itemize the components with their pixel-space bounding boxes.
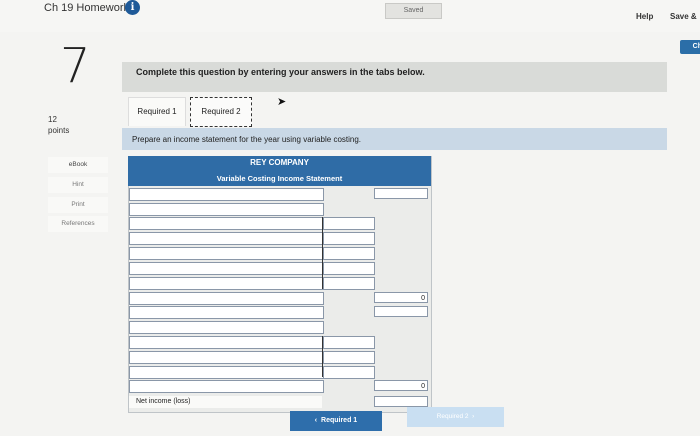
amount-input[interactable]	[323, 351, 375, 364]
company-name: REY COMPANY	[250, 158, 309, 167]
prompt-text: Prepare an income statement for the year…	[132, 135, 362, 144]
help-button[interactable]: Help	[636, 12, 653, 21]
label-input[interactable]	[129, 262, 324, 275]
points-label: points	[48, 126, 70, 135]
statement-title: Variable Costing Income Statement	[216, 174, 343, 183]
subtotal-value: 0	[374, 292, 428, 303]
amount-input[interactable]	[323, 247, 375, 260]
net-income-input[interactable]	[374, 396, 428, 407]
tab-required-1[interactable]: Required 1	[128, 97, 186, 126]
amount-input[interactable]	[323, 232, 375, 245]
total-input[interactable]	[374, 306, 428, 317]
statement-header: REY COMPANY Variable Costing Income Stat…	[128, 156, 431, 186]
amount-input[interactable]	[323, 366, 375, 379]
column-divider	[322, 217, 323, 289]
print-link[interactable]: Print	[48, 197, 108, 213]
label-input[interactable]	[129, 247, 324, 260]
label-input[interactable]	[129, 380, 324, 393]
label-input[interactable]	[129, 292, 324, 305]
save-exit-button[interactable]: Save &	[670, 12, 697, 21]
amount-input[interactable]	[323, 277, 375, 290]
subtotal-value: 0	[374, 380, 428, 391]
net-income-label: Net income (loss)	[129, 396, 322, 408]
chevron-right-icon: ›	[468, 413, 475, 420]
next-tab-button[interactable]: Required 2 ›	[407, 407, 504, 427]
label-input[interactable]	[129, 336, 324, 349]
label-input[interactable]	[129, 351, 324, 364]
label-input[interactable]	[129, 232, 324, 245]
ebook-link[interactable]: eBook	[48, 157, 108, 173]
amount-input[interactable]	[323, 262, 375, 275]
label-input[interactable]	[129, 277, 324, 290]
total-input[interactable]	[374, 188, 428, 199]
points-value: 12	[48, 115, 57, 124]
amount-input[interactable]	[323, 336, 375, 349]
previous-tab-button[interactable]: ‹ Required 1	[290, 411, 382, 431]
question-number: 7	[60, 38, 91, 94]
hint-link[interactable]: Hint	[48, 177, 108, 193]
label-input[interactable]	[129, 217, 324, 230]
previous-tab-label: Required 1	[321, 417, 358, 424]
amount-input[interactable]	[323, 217, 375, 230]
label-input[interactable]	[129, 366, 324, 379]
next-tab-label: Required 2	[436, 413, 469, 420]
saved-status: Saved	[385, 3, 442, 19]
instruction-text: Complete this question by entering your …	[136, 67, 425, 77]
tab-required-2[interactable]: Required 2	[190, 97, 252, 127]
column-divider	[322, 336, 323, 377]
label-input[interactable]	[129, 203, 324, 216]
label-input[interactable]	[129, 321, 324, 334]
label-input[interactable]	[129, 188, 324, 201]
check-my-work-button[interactable]: Ch	[680, 40, 700, 54]
mouse-cursor-icon: ➤	[277, 96, 287, 108]
label-input[interactable]	[129, 306, 324, 319]
references-link[interactable]: References	[48, 216, 108, 232]
assignment-title: Ch 19 Homework	[44, 2, 129, 14]
info-icon[interactable]: i	[125, 0, 140, 15]
